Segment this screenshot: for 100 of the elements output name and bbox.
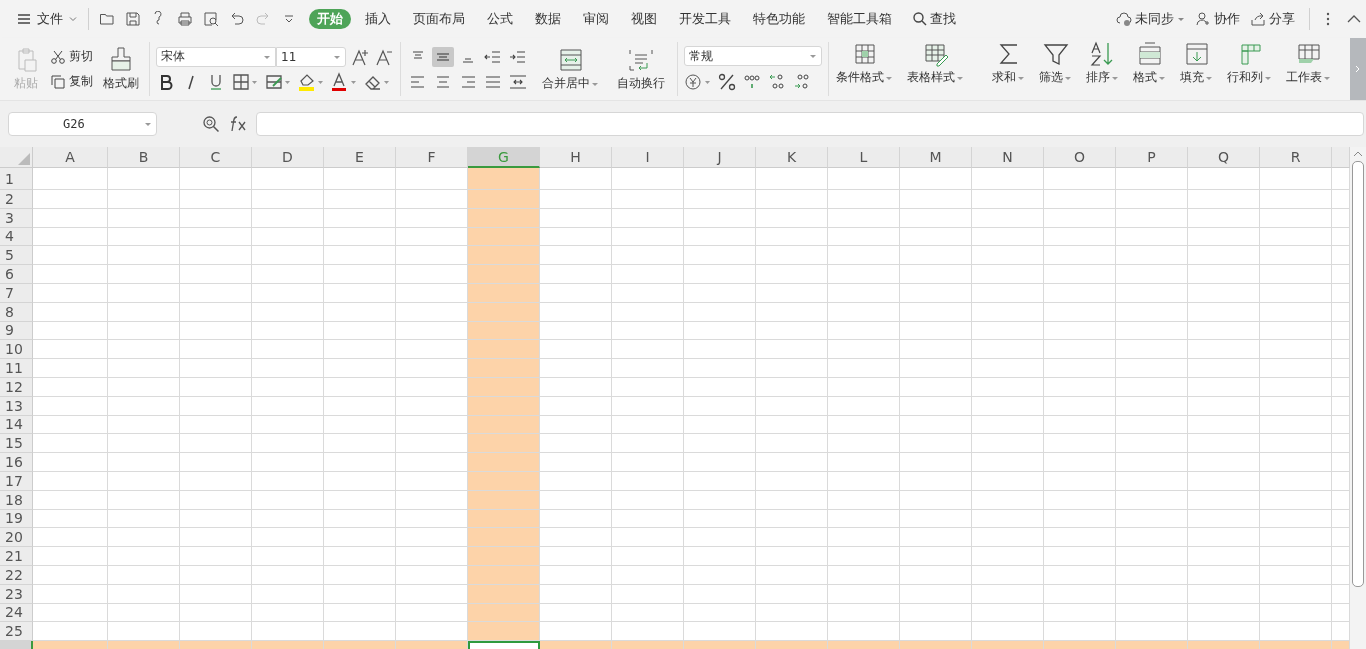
name-box[interactable]: G26: [8, 112, 157, 136]
column-header[interactable]: B: [108, 147, 180, 168]
ribbon-tab[interactable]: 公式: [479, 9, 521, 29]
scroll-up-icon[interactable]: [1353, 151, 1363, 157]
row-header[interactable]: 6: [0, 265, 33, 284]
corner-triangle-icon: [18, 153, 30, 165]
column-header[interactable]: I: [612, 147, 684, 168]
column-header[interactable]: A: [33, 147, 108, 168]
row-header[interactable]: 2: [0, 190, 33, 209]
font-size-value: 11: [281, 49, 297, 64]
sync-label: 未同步: [1135, 10, 1174, 28]
collaborate-button[interactable]: 协作: [1195, 10, 1240, 28]
formula-input[interactable]: [256, 112, 1364, 136]
font-size-dropdown[interactable]: 11: [276, 46, 346, 67]
number-format-value: 常规: [689, 47, 713, 65]
vertical-scrollbar[interactable]: [1350, 147, 1366, 649]
column-header[interactable]: R: [1260, 147, 1332, 168]
ribbon-tab[interactable]: 数据: [527, 9, 569, 29]
ribbon-tool-button[interactable]: 工作表: [1279, 38, 1338, 88]
tool-label: 筛选: [1039, 69, 1063, 86]
column-header[interactable]: O: [1044, 147, 1116, 168]
undo-icon[interactable]: [229, 11, 245, 27]
alignment-icon[interactable]: [432, 46, 454, 67]
column-header[interactable]: K: [756, 147, 828, 168]
decrease-decimal-icon[interactable]: [792, 72, 812, 92]
file-menu[interactable]: 文件: [12, 7, 82, 31]
function-icon[interactable]: [228, 115, 248, 133]
share-label: 分享: [1269, 10, 1295, 28]
cut-label: 剪切: [69, 48, 93, 65]
wrap-text-button[interactable]: 自动换行: [611, 44, 671, 94]
column-header[interactable]: D: [252, 147, 324, 168]
column-header[interactable]: L: [828, 147, 900, 168]
cut-button[interactable]: 剪切: [50, 48, 93, 65]
cloud-icon: [1116, 11, 1132, 27]
row-header[interactable]: 25: [0, 622, 33, 642]
ribbon-tab[interactable]: 智能工具箱: [819, 9, 900, 29]
ribbon-tool-button[interactable]: 排序: [1079, 38, 1126, 88]
ribbon-tool-button[interactable]: 求和: [985, 38, 1032, 88]
caret-icon: [144, 120, 152, 128]
search-button[interactable]: 查找: [912, 10, 956, 28]
ribbon-tool-button[interactable]: 格式: [1126, 38, 1173, 88]
chevron-right-icon: [1354, 64, 1362, 74]
tool-label: 求和: [992, 69, 1016, 86]
row-header[interactable]: 16: [0, 453, 33, 472]
zoom-icon[interactable]: [202, 115, 220, 133]
currency-icon[interactable]: [684, 72, 712, 92]
chevron-down-icon: [68, 14, 78, 24]
share-button[interactable]: 分享: [1250, 10, 1295, 28]
row-header[interactable]: 11: [0, 359, 33, 378]
ribbon-tab[interactable]: 特色功能: [745, 9, 813, 29]
copy-button[interactable]: 复制: [50, 73, 93, 90]
row-header[interactable]: 10: [0, 340, 33, 360]
merge-center-button[interactable]: 合并居中: [536, 44, 605, 94]
save-icon[interactable]: [125, 11, 141, 27]
column-header[interactable]: H: [540, 147, 612, 168]
collaborate-label: 协作: [1214, 10, 1240, 28]
borders-icon[interactable]: [231, 71, 259, 92]
ribbon-tab[interactable]: 审阅: [575, 9, 617, 29]
column-header[interactable]: Q: [1188, 147, 1260, 168]
ribbon-tool-button[interactable]: 条件格式: [829, 38, 900, 88]
ribbon-tool-button[interactable]: 表格样式: [900, 38, 971, 88]
search-icon: [912, 11, 928, 27]
column-header[interactable]: E: [324, 147, 396, 168]
column-header[interactable]: M: [900, 147, 972, 168]
row-header[interactable]: 5: [0, 246, 33, 266]
row-header[interactable]: 1: [0, 168, 33, 190]
column-header[interactable]: C: [180, 147, 252, 168]
ribbon-tab[interactable]: 开发工具: [671, 9, 739, 29]
tool-label: 行和列: [1227, 69, 1263, 86]
tool-label: 填充: [1180, 69, 1204, 86]
format-painter-label: 格式刷: [103, 75, 139, 92]
font-color-icon[interactable]: [330, 71, 358, 92]
ribbon-tool-button[interactable]: 筛选: [1032, 38, 1079, 88]
folder-icon[interactable]: [99, 11, 115, 27]
number-format-dropdown[interactable]: 常规: [684, 46, 822, 66]
column-header[interactable]: J: [684, 147, 756, 168]
ribbon-tool-button[interactable]: 行和列: [1220, 38, 1279, 88]
tool-label: 排序: [1086, 69, 1110, 86]
ribbon-tab[interactable]: 插入: [357, 9, 399, 29]
column-header[interactable]: P: [1116, 147, 1188, 168]
print-icon[interactable]: [177, 11, 193, 27]
increase-decimal-icon[interactable]: [767, 72, 787, 92]
print-preview-icon[interactable]: [203, 11, 219, 27]
scrollbar-thumb[interactable]: [1352, 161, 1364, 587]
ribbon-tab[interactable]: 页面布局: [405, 9, 473, 29]
paste-label: 粘贴: [14, 75, 38, 92]
row-header[interactable]: 20: [0, 528, 33, 548]
tool-label: 格式: [1133, 69, 1157, 86]
sync-button[interactable]: 未同步: [1116, 10, 1185, 28]
ribbon-tool-button[interactable]: 填充: [1173, 38, 1220, 88]
row-header[interactable]: 21: [0, 547, 33, 566]
ribbon-tab[interactable]: 视图: [623, 9, 665, 29]
font-name-dropdown[interactable]: 宋体: [156, 46, 276, 67]
column-header[interactable]: N: [972, 147, 1044, 168]
percent-icon[interactable]: [717, 72, 737, 92]
row-header[interactable]: 15: [0, 434, 33, 454]
column-header[interactable]: F: [396, 147, 468, 168]
format-painter-button[interactable]: 格式刷: [99, 44, 143, 94]
add-person-icon: [1195, 11, 1211, 27]
font-name-value: 宋体: [161, 48, 185, 65]
